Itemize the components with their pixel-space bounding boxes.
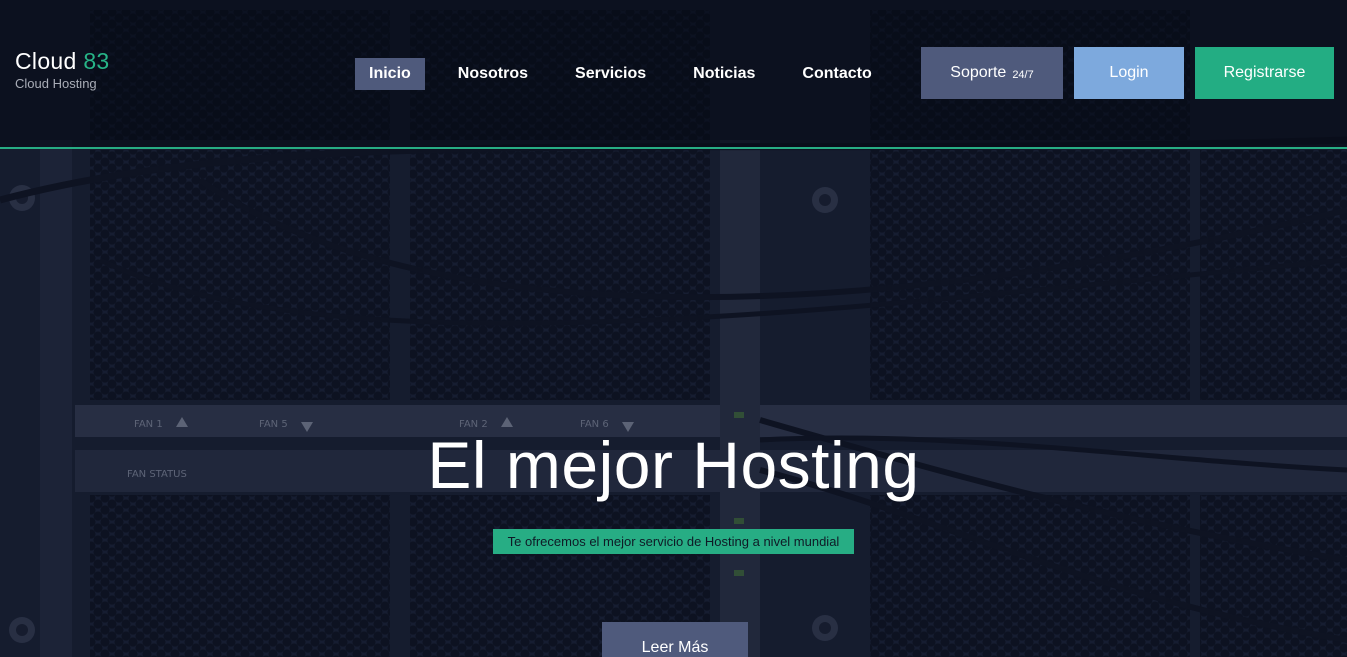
brand-name: Cloud 83	[15, 48, 110, 74]
brand-name-text: Cloud	[15, 48, 77, 74]
hero-title: El mejor Hosting	[427, 428, 920, 502]
login-button[interactable]: Login	[1074, 47, 1184, 99]
nav-item-servicios[interactable]: Servicios	[561, 58, 660, 90]
support-button-label: Soporte	[950, 64, 1007, 81]
page: FAN 1 FAN 5 FAN 2 FAN 6 FAN STATUS Cloud…	[0, 0, 1347, 657]
nav-item-nosotros[interactable]: Nosotros	[444, 58, 542, 90]
hero-subtitle-wrap: Te ofrecemos el mejor servicio de Hostin…	[0, 529, 1347, 554]
support-button[interactable]: Soporte 24/7	[921, 47, 1063, 99]
nav-item-noticias[interactable]: Noticias	[679, 58, 769, 90]
brand-number: 83	[83, 48, 110, 74]
register-button[interactable]: Registrarse	[1195, 47, 1334, 99]
support-button-hours: 24/7	[1012, 68, 1034, 81]
nav-item-contacto[interactable]: Contacto	[788, 58, 885, 90]
register-button-label: Registrarse	[1223, 64, 1306, 81]
site-header: Cloud 83 Cloud Hosting Inicio Nosotros S…	[0, 0, 1347, 149]
brand-logo[interactable]: Cloud 83 Cloud Hosting	[15, 48, 110, 92]
brand-tagline: Cloud Hosting	[15, 76, 97, 91]
nav-item-inicio[interactable]: Inicio	[355, 58, 425, 90]
read-more-button[interactable]: Leer Más	[602, 622, 748, 657]
hero-subtitle: Te ofrecemos el mejor servicio de Hostin…	[492, 529, 855, 554]
main-nav: Inicio Nosotros Servicios Noticias Conta…	[355, 58, 905, 90]
login-button-label: Login	[1109, 64, 1149, 81]
